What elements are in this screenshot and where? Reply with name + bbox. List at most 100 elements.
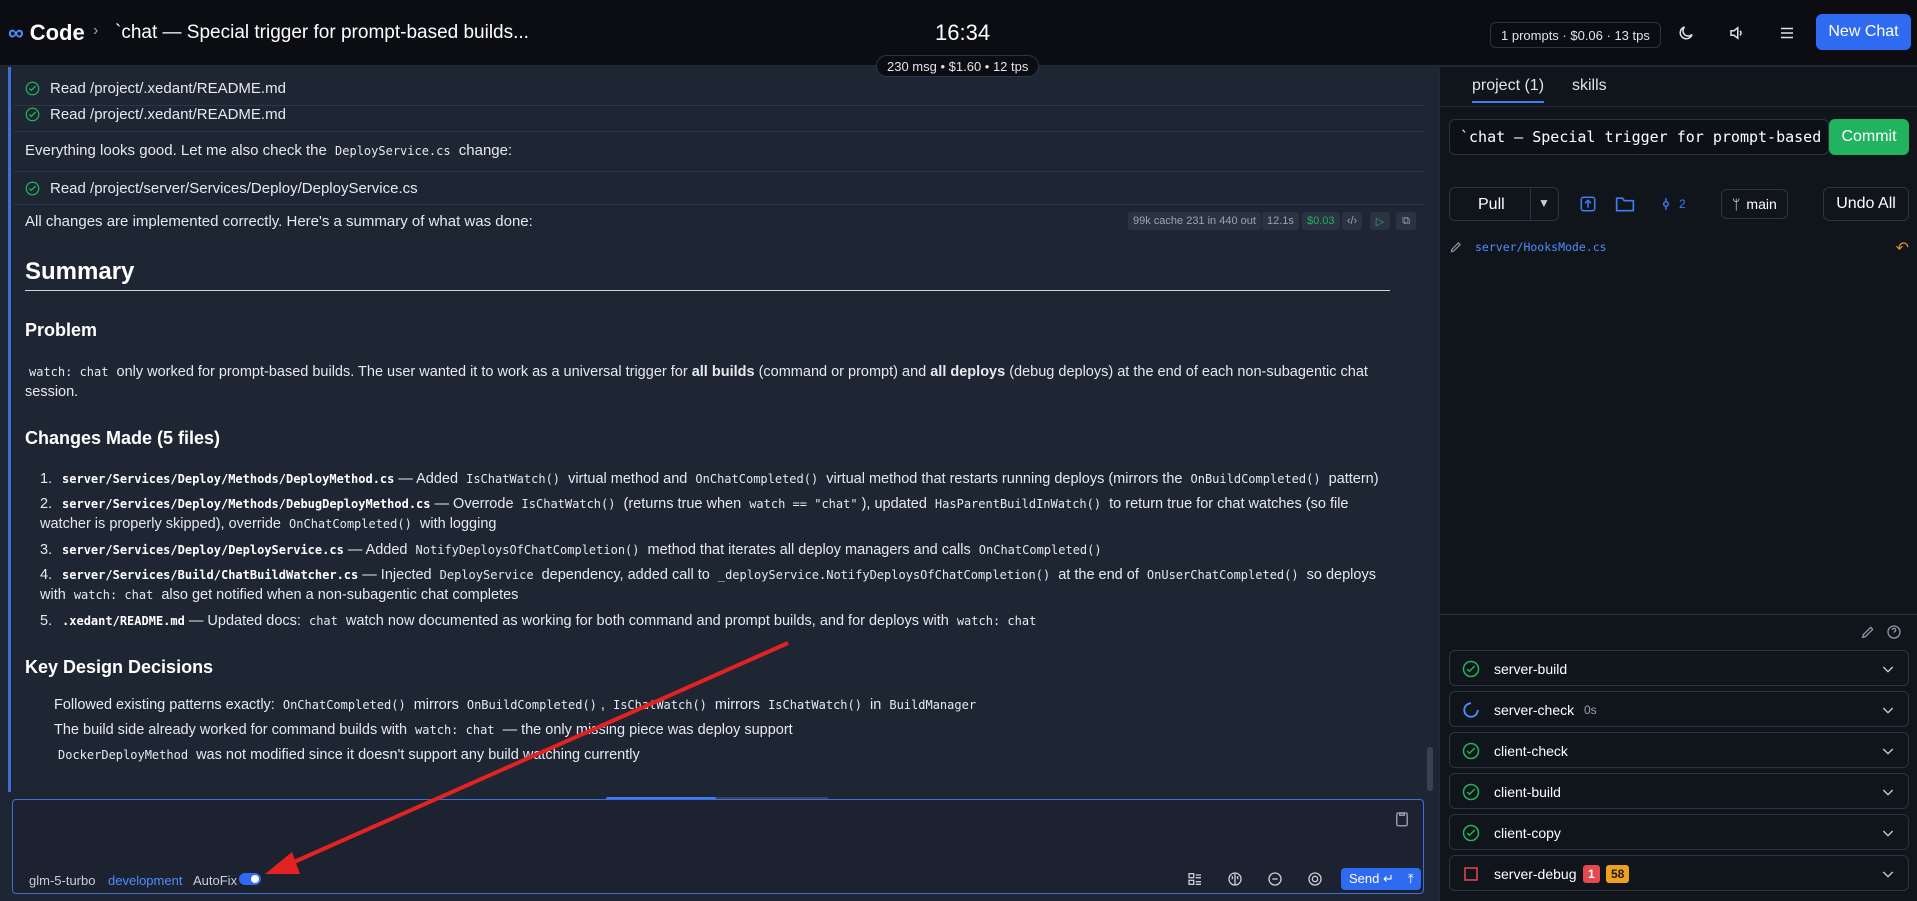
inline-code: OnChatCompleted() <box>695 472 819 486</box>
tool-call-read[interactable]: Read /project/.xedant/README.md <box>25 106 286 123</box>
tool-call-read[interactable]: Read /project/.xedant/README.md <box>25 80 286 97</box>
chevron-down-icon[interactable] <box>1880 743 1896 759</box>
model-selector[interactable]: glm-5-turbo <box>29 873 95 888</box>
task-row-client-check[interactable]: client-check <box>1449 732 1909 768</box>
inline-code: DeployService.cs <box>335 144 451 158</box>
branch-name: main <box>1746 196 1777 212</box>
chat-scrollbar[interactable] <box>1427 747 1433 791</box>
push-icon[interactable] <box>1579 194 1597 214</box>
commit-button[interactable]: Commit <box>1829 119 1909 155</box>
send-button[interactable]: Send ↵ ⤒ <box>1341 868 1421 890</box>
menu-icon[interactable] <box>1776 22 1798 44</box>
task-row-client-build[interactable]: client-build <box>1449 773 1909 809</box>
changed-file-row[interactable]: server/HooksMode.cs ↶ <box>1449 237 1909 259</box>
text: — Added <box>347 542 408 558</box>
camera-icon[interactable] <box>1305 869 1325 889</box>
chevron-down-icon[interactable] <box>1880 702 1896 718</box>
chevron-down-icon[interactable] <box>1880 825 1896 841</box>
tab-project[interactable]: project (1) <box>1472 77 1545 103</box>
tool-call-read[interactable]: Read /project/server/Services/Deploy/Dep… <box>25 180 418 197</box>
environment-selector[interactable]: development <box>108 873 182 888</box>
inline-code: NotifyDeploysOfChatCompletion() <box>415 543 640 557</box>
task-row-client-copy[interactable]: client-copy <box>1449 814 1909 850</box>
inline-code: _deployService.NotifyDeploysOfChatComple… <box>717 568 1051 582</box>
text: was not modified since it doesn't suppor… <box>196 747 640 763</box>
spinner-icon <box>1463 702 1479 718</box>
theme-moon-icon[interactable] <box>1675 22 1697 44</box>
tab-skills[interactable]: skills <box>1572 77 1607 95</box>
autofix-toggle[interactable] <box>239 873 261 885</box>
text: Everything looks good. Let me also check… <box>25 142 327 159</box>
message-stats-pill: 230 msg • $1.60 • 12 tps <box>876 55 1040 77</box>
task-row-server-build[interactable]: server-build <box>1449 650 1909 686</box>
changed-file-path[interactable]: server/HooksMode.cs <box>1475 240 1607 254</box>
bold-text: all builds <box>691 364 755 380</box>
check-circle-icon <box>1462 660 1480 678</box>
undo-all-button[interactable]: Undo All <box>1823 187 1909 221</box>
play-icon[interactable]: ▷ <box>1370 212 1390 230</box>
task-row-server-debug[interactable]: server-debug 1 58 <box>1449 855 1909 891</box>
commit-count[interactable]: 2 <box>1659 194 1686 214</box>
text: with logging <box>419 516 497 532</box>
chat-title[interactable]: `chat — Special trigger for prompt-based… <box>115 22 529 44</box>
code-view-icon[interactable]: ‹/› <box>1342 212 1362 230</box>
app-logo[interactable]: ∞ Code <box>8 20 85 46</box>
commit-message-input[interactable]: `chat — Special trigger for prompt-based <box>1449 119 1829 155</box>
task-toolbar <box>1860 624 1902 644</box>
text: at the end of <box>1058 567 1139 583</box>
send-arrow-icon: ⤒ <box>1407 871 1414 886</box>
sound-icon[interactable] <box>1726 22 1748 44</box>
file-path: .xedant/README.md <box>62 614 185 628</box>
text: virtual method and <box>568 471 688 487</box>
list-number: 3. <box>40 542 53 558</box>
pull-button[interactable]: Pull ▼ <box>1449 187 1559 221</box>
list-item: 3. server/Services/Deploy/DeployService.… <box>40 540 1400 560</box>
text: (command or prompt) and <box>758 364 927 380</box>
check-circle-icon <box>25 107 40 122</box>
edit-icon[interactable] <box>1860 624 1876 640</box>
clipboard-icon[interactable] <box>1393 810 1411 828</box>
chevron-down-icon[interactable] <box>1880 784 1896 800</box>
text: Followed existing patterns exactly: <box>54 697 275 713</box>
folder-icon[interactable] <box>1615 194 1635 214</box>
error-count-badge: 1 <box>1583 865 1600 883</box>
tool-call-label: Read /project/.xedant/README.md <box>50 80 286 97</box>
text: (debug deploys) at the end of each non-s… <box>1009 364 1368 380</box>
list-item: 5. .xedant/README.md — Updated docs: cha… <box>40 611 1400 631</box>
branch-selector[interactable]: ᛘ main <box>1721 189 1788 219</box>
revert-icon[interactable]: ↶ <box>1896 238 1909 258</box>
inline-code: OnChatCompleted() <box>282 698 406 712</box>
grid-icon[interactable] <box>1185 869 1205 889</box>
inline-code: OnChatCompleted() <box>978 543 1102 557</box>
decision-item: Followed existing patterns exactly: OnCh… <box>54 697 980 713</box>
copy-icon[interactable]: ⧉ <box>1396 212 1416 230</box>
text: — Injected <box>362 567 432 583</box>
inline-code: OnBuildCompleted() <box>1190 472 1321 486</box>
minus-circle-icon[interactable] <box>1265 869 1285 889</box>
pencil-icon <box>1450 242 1461 253</box>
summary-intro: All changes are implemented correctly. H… <box>25 213 533 230</box>
chevron-down-icon[interactable]: ▼ <box>1538 196 1550 210</box>
task-row-server-check[interactable]: server-check 0s <box>1449 691 1909 727</box>
check-circle-icon <box>25 81 40 96</box>
input-toolbar: glm-5-turbo development AutoFix Send ↵ ⤒ <box>13 866 1423 894</box>
help-icon[interactable] <box>1886 624 1902 640</box>
bold-text: all deploys <box>930 364 1006 380</box>
chat-input[interactable]: glm-5-turbo development AutoFix Send ↵ ⤒ <box>12 799 1424 894</box>
list-number: 2. <box>40 496 53 512</box>
text: virtual method that restarts running dep… <box>826 471 1183 487</box>
brain-icon[interactable] <box>1225 869 1245 889</box>
chevron-down-icon[interactable] <box>1880 866 1896 882</box>
message-accent-bar <box>8 67 11 792</box>
file-path: server/Services/Deploy/Methods/DebugDepl… <box>62 497 431 511</box>
clock: 16:34 <box>935 20 991 45</box>
chevron-down-icon[interactable] <box>1880 661 1896 677</box>
inline-code: watch: chat <box>956 614 1037 628</box>
task-duration: 0s <box>1584 703 1597 717</box>
text: dependency, added call to <box>541 567 710 583</box>
right-panel: project (1) skills `chat — Special trigg… <box>1439 67 1917 901</box>
file-path: server/Services/Build/ChatBuildWatcher.c… <box>62 568 359 582</box>
new-chat-button[interactable]: New Chat <box>1816 14 1911 50</box>
text: ), updated <box>861 496 927 512</box>
text: pattern) <box>1328 471 1379 487</box>
